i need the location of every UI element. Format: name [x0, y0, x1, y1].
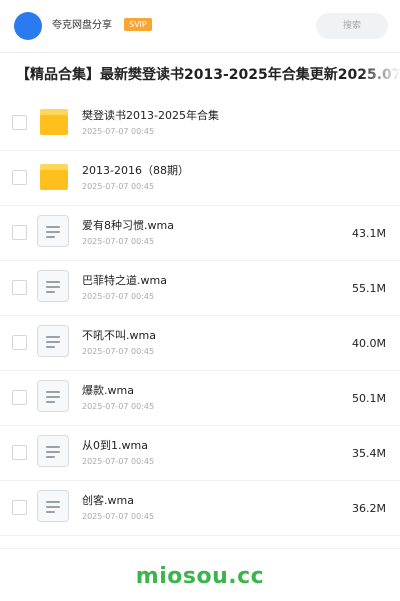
row-checkbox[interactable]: [12, 500, 27, 515]
audio-file-icon: [37, 435, 69, 467]
file-date: 2025-07-07 00:45: [82, 182, 155, 191]
file-row[interactable]: 爆款.wma 2025-07-07 00:45 50.1M: [0, 371, 400, 426]
file-name: 不吼不叫.wma: [82, 329, 156, 342]
folder-icon: [40, 164, 68, 190]
file-row[interactable]: 樊登读书2013-2025年合集 2025-07-07 00:45: [0, 96, 400, 151]
file-size: 50.1M: [352, 392, 386, 405]
file-name: 樊登读书2013-2025年合集: [82, 109, 219, 122]
search-button[interactable]: 搜索: [316, 13, 388, 39]
file-row[interactable]: 爱有8种习惯.wma 2025-07-07 00:45 43.1M: [0, 206, 400, 261]
file-date: 2025-07-07 00:45: [82, 237, 155, 246]
share-title-text: 【精品合集】最新樊登读书2013-2025年合集更新2025.07.07: [16, 67, 400, 83]
row-checkbox[interactable]: [12, 280, 27, 295]
file-list: 樊登读书2013-2025年合集 2025-07-07 00:45 2013-201…: [0, 96, 400, 536]
file-size: 36.2M: [352, 502, 386, 515]
audio-file-icon: [37, 380, 69, 412]
file-date: 2025-07-07 00:45: [82, 127, 155, 136]
file-size: 43.1M: [352, 227, 386, 240]
row-checkbox[interactable]: [12, 390, 27, 405]
file-name: 爱有8种习惯.wma: [82, 219, 174, 232]
row-checkbox[interactable]: [12, 170, 27, 185]
file-name: 从0到1.wma: [82, 439, 148, 452]
file-name: 创客.wma: [82, 494, 134, 507]
share-title: 【精品合集】最新樊登读书2013-2025年合集更新2025.07.07: [16, 62, 400, 88]
brand-watermark: miosou.cc: [135, 564, 265, 589]
top-bar: 夸克网盘分享 SVIP 搜索: [0, 0, 400, 53]
row-checkbox[interactable]: [12, 225, 27, 240]
file-date: 2025-07-07 00:45: [82, 512, 155, 521]
title-fade: [360, 62, 400, 88]
audio-file-icon: [37, 490, 69, 522]
file-name: 2013-2016（88期）: [82, 164, 189, 177]
file-row[interactable]: 不吼不叫.wma 2025-07-07 00:45 40.0M: [0, 316, 400, 371]
file-size: 40.0M: [352, 337, 386, 350]
file-row[interactable]: 巴菲特之道.wma 2025-07-07 00:45 55.1M: [0, 261, 400, 316]
file-size: 55.1M: [352, 282, 386, 295]
file-size: 35.4M: [352, 447, 386, 460]
file-row[interactable]: 2013-2016（88期） 2025-07-07 00:45: [0, 151, 400, 206]
avatar[interactable]: [14, 12, 42, 40]
file-date: 2025-07-07 00:45: [82, 292, 155, 301]
file-date: 2025-07-07 00:45: [82, 457, 155, 466]
audio-file-icon: [37, 325, 69, 357]
row-checkbox[interactable]: [12, 115, 27, 130]
audio-file-icon: [37, 215, 69, 247]
row-checkbox[interactable]: [12, 335, 27, 350]
svip-badge: SVIP: [124, 18, 152, 31]
file-date: 2025-07-07 00:45: [82, 402, 155, 411]
file-row[interactable]: 创客.wma 2025-07-07 00:45 36.2M: [0, 481, 400, 536]
file-date: 2025-07-07 00:45: [82, 347, 155, 356]
audio-file-icon: [37, 270, 69, 302]
file-name: 巴菲特之道.wma: [82, 274, 167, 287]
folder-icon: [40, 109, 68, 135]
share-username: 夸克网盘分享: [52, 20, 112, 31]
file-row[interactable]: 从0到1.wma 2025-07-07 00:45 35.4M: [0, 426, 400, 481]
footer: miosou.cc: [0, 548, 400, 601]
file-name: 爆款.wma: [82, 384, 134, 397]
row-checkbox[interactable]: [12, 445, 27, 460]
